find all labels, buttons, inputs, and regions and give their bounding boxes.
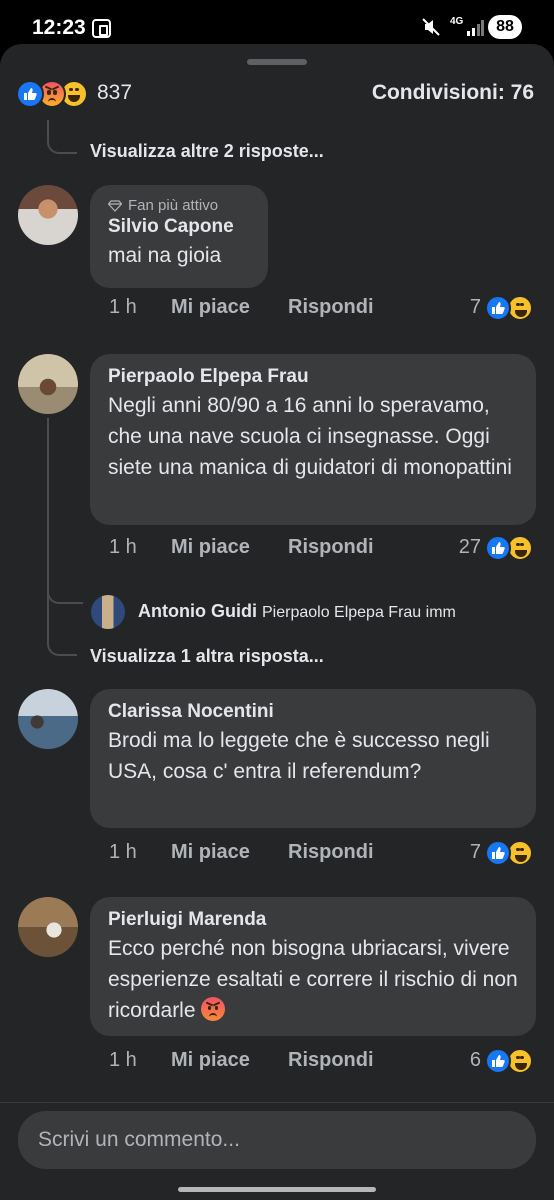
thread-connector bbox=[47, 638, 77, 656]
comment-author[interactable]: Silvio Capone bbox=[108, 216, 250, 238]
view-more-replies-link[interactable]: Visualizza altre 2 risposte... bbox=[90, 141, 324, 162]
comment-text-body: Ecco perché non bisogna ubriacarsi, vive… bbox=[108, 937, 518, 1022]
avatar[interactable] bbox=[91, 595, 125, 629]
reply-button[interactable]: Rispondi bbox=[288, 841, 374, 864]
thread-connector bbox=[47, 136, 77, 154]
shares-count[interactable]: Condivisioni: 76 bbox=[372, 81, 534, 105]
diamond-icon bbox=[108, 199, 122, 212]
reply-author: Antonio Guidi bbox=[138, 601, 257, 621]
reply-text: Pierpaolo Elpepa Frau imm bbox=[261, 604, 456, 621]
screen-capture-icon bbox=[92, 19, 111, 38]
comment-text: Brodi ma lo leggete che è successo negli… bbox=[108, 729, 490, 783]
comment-time: 1 h bbox=[109, 1049, 137, 1071]
comment-time: 1 h bbox=[109, 536, 137, 558]
avatar[interactable] bbox=[18, 897, 78, 957]
comment-reactions[interactable] bbox=[485, 295, 537, 321]
comment-composer-area: Scrivi un commento... bbox=[0, 1102, 554, 1200]
comment-text: Negli anni 80/90 a 16 anni lo speravamo,… bbox=[108, 394, 512, 479]
avatar[interactable] bbox=[18, 689, 78, 749]
comments-sheet: 837 Condivisioni: 76 Visualizza altre 2 … bbox=[0, 44, 554, 1200]
reaction-icons bbox=[16, 80, 96, 108]
status-time: 12:23 bbox=[32, 16, 86, 39]
comment-time: 1 h bbox=[109, 296, 137, 318]
comment-author[interactable]: Pierpaolo Elpepa Frau bbox=[108, 366, 518, 388]
comment-bubble: Clarissa Nocentini Brodi ma lo leggete c… bbox=[90, 689, 536, 828]
reply-preview[interactable]: Antonio Guidi Pierpaolo Elpepa Frau imm bbox=[138, 601, 538, 622]
signal-icon bbox=[467, 20, 484, 36]
like-icon bbox=[485, 295, 511, 321]
like-button[interactable]: Mi piace bbox=[171, 536, 250, 559]
like-icon bbox=[485, 1048, 511, 1074]
thread-connector bbox=[47, 586, 83, 604]
comment-actions: 1 h Mi piace Rispondi 7 bbox=[109, 295, 539, 326]
angry-face-emoji-icon bbox=[201, 997, 226, 1021]
reaction-count[interactable]: 7 bbox=[449, 296, 481, 319]
avatar[interactable] bbox=[18, 354, 78, 414]
reaction-count: 837 bbox=[97, 81, 133, 104]
reply-button[interactable]: Rispondi bbox=[288, 296, 374, 319]
comment-reactions[interactable] bbox=[485, 1048, 537, 1074]
comment-input[interactable]: Scrivi un commento... bbox=[18, 1111, 536, 1169]
gesture-nav-bar[interactable] bbox=[178, 1187, 376, 1192]
comment-input-placeholder: Scrivi un commento... bbox=[38, 1128, 240, 1151]
like-icon bbox=[485, 535, 511, 561]
comment-actions: 1 h Mi piace Rispondi 7 bbox=[109, 840, 539, 871]
comment-time: 1 h bbox=[109, 841, 137, 863]
comment-author[interactable]: Pierluigi Marenda bbox=[108, 909, 518, 931]
comment-bubble: Pierpaolo Elpepa Frau Negli anni 80/90 a… bbox=[90, 354, 536, 525]
reaction-count[interactable]: 27 bbox=[439, 536, 481, 559]
reply-button[interactable]: Rispondi bbox=[288, 536, 374, 559]
like-icon bbox=[16, 80, 44, 108]
view-more-replies-link[interactable]: Visualizza 1 altra risposta... bbox=[90, 646, 324, 667]
reply-button[interactable]: Rispondi bbox=[288, 1049, 374, 1072]
reactions-summary[interactable]: 837 Condivisioni: 76 bbox=[0, 76, 554, 116]
battery-level: 88 bbox=[488, 15, 522, 39]
comment-actions: 1 h Mi piace Rispondi 27 bbox=[109, 535, 539, 566]
like-icon bbox=[485, 840, 511, 866]
like-button[interactable]: Mi piace bbox=[171, 1049, 250, 1072]
comment-text: Ecco perché non bisogna ubriacarsi, vive… bbox=[108, 933, 518, 1026]
avatar[interactable] bbox=[18, 185, 78, 245]
comment-actions: 1 h Mi piace Rispondi 6 bbox=[109, 1048, 539, 1079]
reaction-count[interactable]: 6 bbox=[449, 1049, 481, 1072]
drag-handle[interactable] bbox=[247, 59, 307, 65]
mute-icon bbox=[422, 18, 440, 36]
comment-text: mai na gioia bbox=[108, 244, 222, 267]
comment-reactions[interactable] bbox=[485, 840, 537, 866]
comment-reactions[interactable] bbox=[485, 535, 537, 561]
comment-author[interactable]: Clarissa Nocentini bbox=[108, 701, 518, 723]
like-button[interactable]: Mi piace bbox=[171, 296, 250, 319]
comment-bubble: Fan più attivo Silvio Capone mai na gioi… bbox=[90, 185, 268, 288]
comment-bubble: Pierluigi Marenda Ecco perché non bisogn… bbox=[90, 897, 536, 1036]
reaction-count[interactable]: 7 bbox=[449, 841, 481, 864]
top-fan-badge: Fan più attivo bbox=[108, 197, 250, 214]
network-type: 4G bbox=[450, 16, 464, 27]
like-button[interactable]: Mi piace bbox=[171, 841, 250, 864]
thread-line bbox=[47, 418, 49, 644]
badge-label: Fan più attivo bbox=[128, 197, 219, 214]
